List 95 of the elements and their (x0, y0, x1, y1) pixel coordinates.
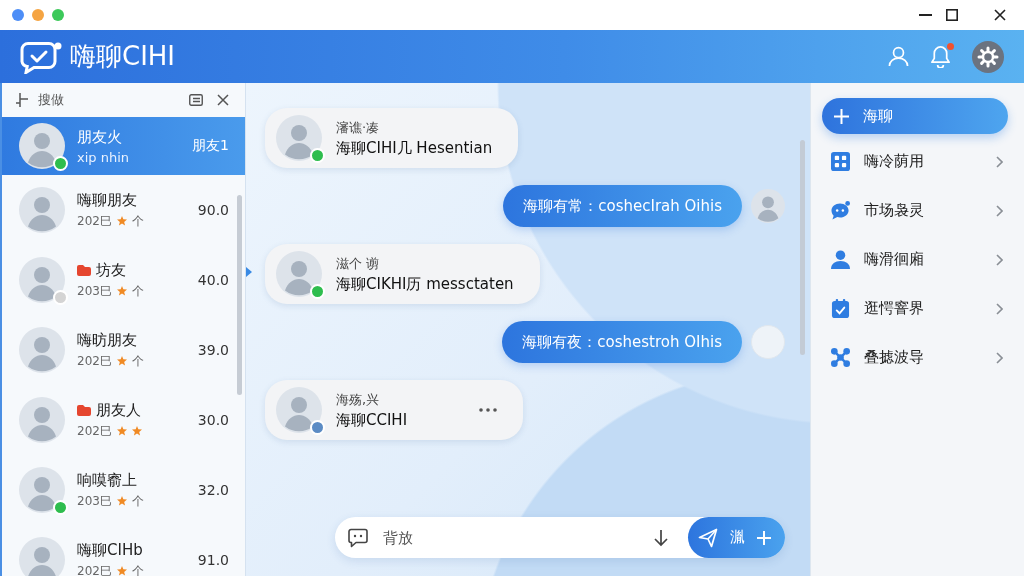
menu-item[interactable]: 逛愕窨界 (822, 284, 1008, 333)
branch-icon[interactable] (16, 93, 28, 107)
contact-value: 90.0 (197, 202, 229, 218)
contact-row[interactable]: 响嗼窬上 203巳 个 32.0 (2, 455, 245, 525)
contact-name: 朋友火 (77, 127, 122, 147)
chevron-right-icon (996, 204, 1003, 217)
avatar-icon (276, 251, 322, 297)
list-icon[interactable] (189, 94, 203, 106)
star-icon (116, 426, 127, 436)
contact-meta: 202巳 (77, 212, 112, 230)
contact-name: 嗨聊CIHb (77, 540, 143, 560)
contact-row[interactable]: 嗨聊CIHb 202巳 个 91.0 (2, 525, 245, 576)
contact-row[interactable]: 坊友 203巳 个 40.0 (2, 245, 245, 315)
contact-meta: 202巳 (77, 562, 112, 576)
contact-row[interactable]: 嗨昉朋友 202巳 个 39.0 (2, 315, 245, 385)
message-input[interactable]: 背放 (383, 525, 653, 550)
down-arrow-icon[interactable] (653, 528, 669, 547)
scrollbar-thumb[interactable] (800, 140, 805, 355)
calendar-check-icon (831, 299, 850, 318)
menu-item[interactable]: 市场袅灵 (822, 186, 1008, 235)
contact-name: 坊友 (96, 260, 126, 280)
menu-item[interactable]: 叠摅波导 (822, 333, 1008, 382)
close-icon[interactable] (994, 9, 1006, 21)
chat-bubble-icon[interactable] (348, 527, 368, 548)
star-icon (131, 426, 142, 436)
avatar-icon (19, 397, 65, 443)
message-text: 海聊有常：coshecIrah Oihis (523, 196, 722, 216)
contact-meta: 个 (131, 282, 144, 300)
contact-name: 朋友人 (96, 400, 141, 420)
contact-meta: 个 (131, 212, 144, 230)
chevron-right-icon (996, 351, 1003, 364)
paper-plane-icon (698, 527, 718, 548)
app-name: 嗨聊CIHI (70, 40, 176, 73)
contact-value: 朋友1 (192, 137, 229, 155)
new-chat-button[interactable]: 海聊 (822, 98, 1008, 134)
network-icon (831, 348, 850, 367)
logo-icon (20, 39, 62, 74)
contact-row[interactable]: 嗨聊朋友 202巳 个 90.0 (2, 175, 245, 245)
message-text: 海聊CCIHI (336, 410, 408, 430)
contact-meta: 个 (131, 492, 144, 510)
traffic-light-icon[interactable] (12, 9, 24, 21)
close-icon[interactable] (217, 94, 229, 106)
contact-value: 39.0 (197, 342, 229, 358)
contact-meta: 203巳 (77, 492, 112, 510)
bell-icon[interactable] (930, 45, 951, 68)
contact-meta: 202巳 (77, 352, 112, 370)
plus-icon (757, 530, 771, 545)
sender-name: 海殇,兴 (336, 390, 381, 409)
grid-icon (831, 152, 850, 171)
contact-value: 32.0 (197, 482, 229, 498)
menu-item[interactable]: 嗨滑徊廂 (822, 235, 1008, 284)
message-text: 海聊有夜：coshestroh OIhis (522, 332, 722, 352)
person-icon (831, 250, 850, 269)
message-text: 海聊CIKHI历 messctaten (336, 274, 514, 294)
contact-row[interactable]: 朋友火 xip nhin 朋友1 (2, 117, 245, 175)
plus-icon (834, 108, 849, 124)
contact-meta: 203巳 (77, 282, 112, 300)
avatar-icon (276, 115, 322, 161)
maximize-icon[interactable] (946, 9, 958, 21)
avatar-icon (19, 123, 65, 169)
contact-name: 响嗼窬上 (77, 470, 137, 490)
settings-icon[interactable] (972, 40, 1004, 73)
avatar-icon (19, 187, 65, 233)
contact-value: 91.0 (197, 552, 229, 568)
scrollbar-thumb[interactable] (237, 195, 242, 395)
chat-bubble-icon (831, 201, 850, 220)
avatar-icon (276, 387, 322, 433)
contact-meta: 个 (131, 352, 144, 370)
contact-value: 30.0 (197, 412, 229, 428)
sender-name: 滋个 谫 (336, 254, 381, 273)
avatar-icon (19, 327, 65, 373)
star-icon (116, 356, 127, 366)
message-text: 海聊CIHI几 Hesentian (336, 138, 493, 158)
chevron-right-icon (996, 302, 1003, 315)
contact-meta: 个 (131, 562, 144, 576)
star-icon (116, 216, 127, 226)
triangle-icon (246, 267, 252, 277)
more-icon[interactable] (479, 408, 498, 412)
contact-subtitle: xip nhin (77, 149, 130, 165)
menu-item[interactable]: 嗨冷荫用 (822, 137, 1008, 186)
avatar-icon (19, 257, 65, 303)
star-icon (116, 566, 127, 576)
avatar-icon (19, 467, 65, 513)
star-icon (116, 496, 127, 506)
contact-name: 嗨聊朋友 (77, 190, 137, 210)
contact-value: 40.0 (197, 272, 229, 288)
star-icon (116, 286, 127, 296)
user-icon[interactable] (888, 46, 909, 67)
chevron-right-icon (996, 155, 1003, 168)
contact-row[interactable]: 朋友人 202巳 30.0 (2, 385, 245, 455)
contact-name: 嗨昉朋友 (77, 330, 137, 350)
contact-meta: 202巳 (77, 422, 112, 440)
sender-name: 瀋谯·凑 (336, 118, 381, 137)
chevron-right-icon (996, 253, 1003, 266)
search-label: 搜做 (38, 91, 64, 109)
